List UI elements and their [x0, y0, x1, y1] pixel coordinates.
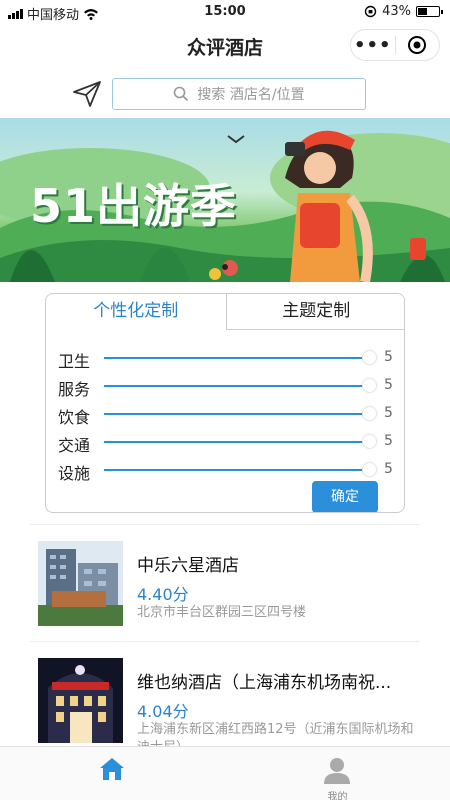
slider-transport: 交通 5 — [46, 430, 404, 455]
search-icon — [174, 86, 189, 102]
slider-label: 交通 — [58, 436, 91, 455]
battery-percent: 43% — [382, 4, 411, 19]
divider — [30, 641, 420, 642]
preference-tabs: 个性化定制 主题定制 — [46, 294, 404, 330]
slider-track[interactable] — [104, 413, 367, 415]
hotel-address: 北京市丰台区群园三区四号楼 — [137, 605, 307, 620]
miniprogram-capsule: ••• — [350, 29, 440, 61]
home-icon — [98, 755, 126, 787]
slider-label: 饮食 — [58, 408, 91, 427]
hotel-score: 4.04分 — [137, 702, 189, 721]
tab-home[interactable] — [0, 747, 225, 800]
slider-value: 5 — [384, 461, 393, 477]
slider-track[interactable] — [104, 385, 367, 387]
hotel-name: 维也纳酒店（上海浦东机场南祝... — [137, 673, 392, 693]
tab-mine-label: 我的 — [327, 792, 348, 800]
navigation-bar: 众评酒店 ••• — [0, 24, 450, 66]
slider-track[interactable] — [104, 469, 367, 471]
send-location-icon — [73, 81, 101, 107]
tab-mine[interactable]: 我的 — [225, 747, 450, 800]
hotel-photo — [38, 541, 123, 626]
user-icon — [322, 755, 352, 789]
slider-track[interactable] — [104, 441, 367, 443]
carousel-indicator — [0, 264, 450, 270]
slider-value: 5 — [384, 433, 393, 449]
slider-value: 5 — [384, 349, 393, 365]
preference-card: 个性化定制 主题定制 卫生 5 服务 5 饮食 5 交通 5 设施 5 确定 — [45, 293, 405, 513]
divider — [30, 524, 420, 525]
hotel-list-item[interactable]: 维也纳酒店（上海浦东机场南祝... 4.04分 上海浦东新区浦红西路12号（近浦… — [0, 658, 450, 755]
carousel-dot[interactable] — [222, 264, 228, 270]
slider-thumb[interactable] — [362, 434, 377, 449]
slider-label: 设施 — [58, 464, 91, 483]
slider-track[interactable] — [104, 357, 367, 359]
hotel-score: 4.40分 — [137, 585, 189, 604]
slider-thumb[interactable] — [362, 462, 377, 477]
slider-value: 5 — [384, 377, 393, 393]
bottom-tab-bar: 我的 — [0, 746, 450, 800]
slider-thumb[interactable] — [362, 378, 377, 393]
slider-thumb[interactable] — [362, 350, 377, 365]
slider-dining: 饮食 5 — [46, 402, 404, 427]
promo-banner[interactable]: 51出游季 — [0, 118, 450, 282]
target-icon — [408, 36, 427, 54]
status-right: 43% — [364, 4, 443, 19]
slider-thumb[interactable] — [362, 406, 377, 421]
tab-theme[interactable]: 主题定制 — [226, 294, 404, 330]
status-bar: 中国移动 15:00 43% — [0, 0, 450, 24]
more-button[interactable]: ••• — [351, 35, 395, 56]
search-row: 搜索 酒店名/位置 — [0, 76, 450, 112]
location-send-button[interactable] — [72, 80, 102, 112]
close-miniprogram-button[interactable] — [395, 35, 439, 55]
slider-hygiene: 卫生 5 — [46, 346, 404, 371]
tab-personalized[interactable]: 个性化定制 — [46, 294, 227, 330]
search-input[interactable]: 搜索 酒店名/位置 — [112, 78, 366, 110]
orientation-lock-icon — [364, 5, 377, 18]
battery-icon — [416, 6, 443, 17]
hotel-list-item[interactable]: 中乐六星酒店 4.40分 北京市丰台区群园三区四号楼 — [0, 541, 450, 637]
slider-label: 卫生 — [58, 352, 91, 371]
slider-label: 服务 — [58, 380, 91, 399]
banner-title: 51出游季 — [30, 179, 238, 233]
slider-value: 5 — [384, 405, 393, 421]
confirm-button[interactable]: 确定 — [312, 481, 378, 512]
slider-service: 服务 5 — [46, 374, 404, 399]
hotel-name: 中乐六星酒店 — [137, 556, 239, 576]
hotel-photo — [38, 658, 123, 743]
search-placeholder: 搜索 酒店名/位置 — [197, 87, 305, 103]
slider-facilities: 设施 5 — [46, 458, 404, 483]
app-screen: 中国移动 15:00 43% 众评酒店 ••• 搜索 酒店名/位置 51出游季 … — [0, 0, 450, 800]
